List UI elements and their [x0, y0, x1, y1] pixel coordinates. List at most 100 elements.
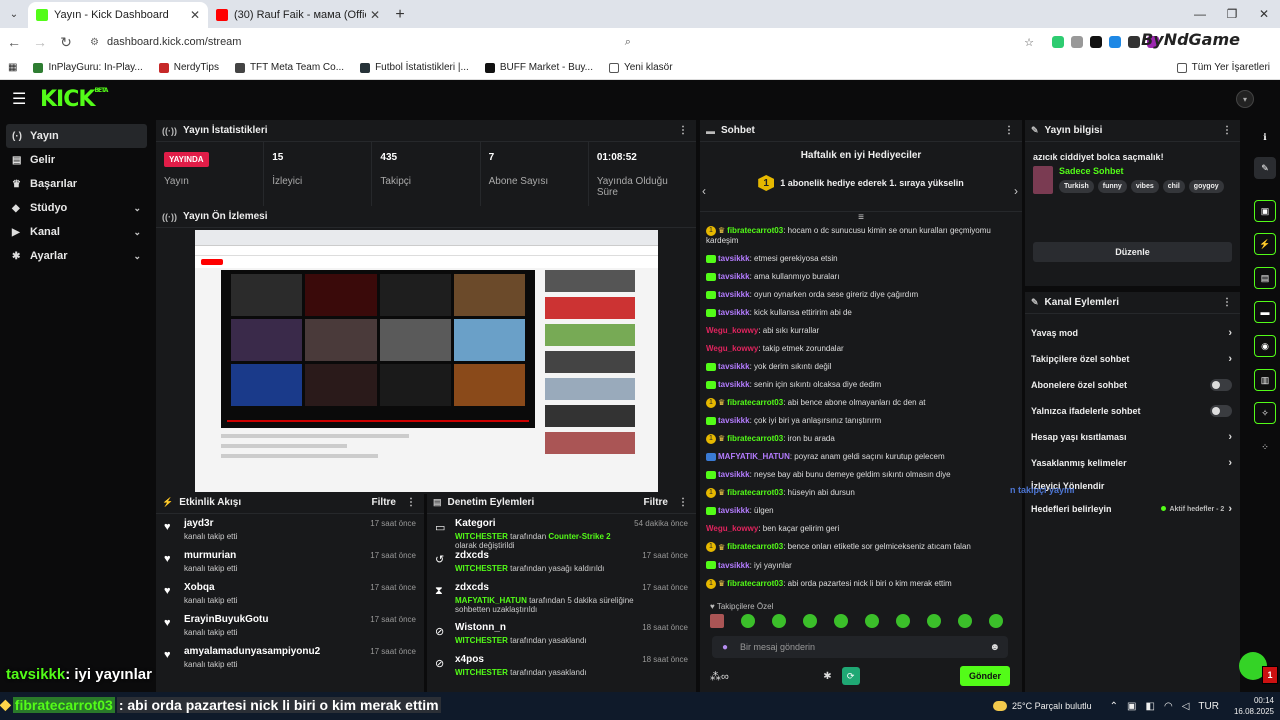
mic-icon[interactable]: ● [722, 642, 728, 653]
sidebar-item-yayin[interactable]: (·) Yayın [6, 124, 147, 148]
chevron-up-icon[interactable]: ⌃ [1110, 701, 1118, 712]
emoji-icon[interactable]: ☻ [989, 642, 1000, 653]
reload-icon[interactable]: ↻ [54, 30, 78, 54]
subs-only-toggle[interactable] [1210, 379, 1232, 391]
tag-chip[interactable]: chil [1162, 180, 1185, 193]
activity-user[interactable]: Xobqa [184, 582, 370, 593]
widget-icon[interactable]: ▣ [1254, 200, 1276, 222]
more-options-icon[interactable]: ⋮ [678, 125, 688, 136]
extension-dark-icon[interactable] [1090, 36, 1102, 48]
weather-widget[interactable]: 25°C Parçalı bulutlu [993, 701, 1092, 711]
mod-target[interactable]: Kategori [455, 518, 634, 529]
chat-username[interactable]: tavsikkk [718, 272, 750, 281]
extension-pen-icon[interactable] [1128, 36, 1140, 48]
wrench-icon[interactable]: ✧ [1254, 402, 1276, 424]
chat-username[interactable]: fibratecarrot03 [727, 434, 783, 443]
chat-username[interactable]: tavsikkk [718, 254, 750, 263]
emote-icon[interactable] [803, 614, 817, 628]
bookmark-item[interactable]: TFT Meta Team Co... [234, 62, 344, 73]
chevron-right-icon[interactable]: › [1014, 184, 1018, 198]
sidebar-item-studyo[interactable]: ◆ Stüdyo ⌄ [6, 196, 147, 220]
emote-icon[interactable] [834, 614, 848, 628]
chat-username[interactable]: tavsikkk [718, 362, 750, 371]
mod-target[interactable]: zdxcds [455, 582, 642, 593]
emote-icon[interactable] [741, 614, 755, 628]
send-button[interactable]: Gönder [959, 666, 1010, 686]
kick-logo[interactable]: KICKBETA [40, 87, 108, 112]
emote-icon[interactable] [989, 614, 1003, 628]
activity-user[interactable]: jayd3r [184, 518, 370, 529]
chat-username[interactable]: tavsikkk [718, 290, 750, 299]
mod-actor[interactable]: WITCHESTER [455, 636, 508, 645]
bookmark-item[interactable]: NerdyTips [158, 62, 219, 73]
chat-username[interactable]: fibratecarrot03 [727, 398, 783, 407]
restore-icon[interactable]: ❐ [1216, 0, 1248, 28]
filter-button[interactable]: Filtre [644, 497, 668, 508]
chat-username[interactable]: tavsikkk [718, 561, 750, 570]
tab-search-icon[interactable]: ⌄ [0, 0, 28, 28]
tag-chip[interactable]: funny [1097, 180, 1127, 193]
mod-category[interactable]: Counter-Strike 2 [548, 532, 610, 541]
gear-icon[interactable]: ✱ [823, 671, 831, 682]
activity-user[interactable]: amyalamadunyasampiyonu2 [184, 646, 370, 657]
tray-icon[interactable]: ◧ [1146, 701, 1155, 712]
emote-icon[interactable] [896, 614, 910, 628]
info-icon[interactable]: ℹ [1254, 126, 1276, 148]
chat-username[interactable]: Wegu_kowwy [706, 326, 758, 335]
chat-username[interactable]: tavsikkk [718, 416, 750, 425]
sidebar-item-ayarlar[interactable]: ✱ Ayarlar ⌄ [6, 244, 147, 268]
action-slow-mode[interactable]: Yavaş mod › [1025, 320, 1240, 346]
menu-icon[interactable]: ☰ [12, 89, 32, 109]
more-options-icon[interactable]: ⋮ [1222, 297, 1232, 308]
category-link[interactable]: Sadece Sohbet [1059, 166, 1224, 176]
chat-username[interactable]: fibratecarrot03 [727, 579, 783, 588]
tag-chip[interactable]: Turkish [1059, 180, 1094, 193]
new-tab-button[interactable]: + [388, 2, 412, 28]
chat-input[interactable]: ● Bir mesaj gönderin ☻ [712, 636, 1008, 658]
minimize-icon[interactable]: — [1184, 0, 1216, 28]
chat-icon[interactable]: ▬ [1254, 301, 1276, 323]
all-bookmarks[interactable]: Tüm Yer İşaretleri [1176, 62, 1270, 73]
more-options-icon[interactable]: ⋮ [406, 497, 416, 508]
chat-username[interactable]: fibratecarrot03 [727, 488, 783, 497]
chat-username[interactable]: tavsikkk [718, 470, 750, 479]
emote-icon[interactable] [865, 614, 879, 628]
pencil-icon[interactable]: ✎ [1254, 157, 1276, 179]
tray-icon[interactable]: ▣ [1127, 701, 1136, 712]
site-info-icon[interactable]: ⚙ [90, 37, 99, 48]
lightning-icon[interactable]: ⚡ [1254, 233, 1276, 255]
action-account-age[interactable]: Hesap yaşı kısıtlaması › [1025, 424, 1240, 450]
mod-target[interactable]: Wistonn_n [455, 622, 642, 633]
mod-target[interactable]: zdxcds [455, 550, 642, 561]
action-followers-only[interactable]: Takipçilere özel sohbet › [1025, 346, 1240, 372]
bookmark-item[interactable]: InPlayGuru: In-Play... [33, 62, 143, 73]
chat-username[interactable]: MAFYATIK_HATUN [718, 452, 790, 461]
url-field[interactable]: ⚙ dashboard.kick.com/stream ⌕ ☆ [84, 31, 1044, 53]
back-icon[interactable]: ← [2, 30, 26, 54]
bot-icon[interactable]: ⟳ [841, 667, 860, 685]
mod-actor[interactable]: WITCHESTER [455, 668, 508, 677]
more-options-icon[interactable]: ⋮ [678, 497, 688, 508]
chat-username[interactable]: fibratecarrot03 [727, 226, 783, 235]
more-options-icon[interactable]: ⋮ [1004, 125, 1014, 136]
activity-user[interactable]: ErayinBuyukGotu [184, 614, 370, 625]
action-goals[interactable]: Hedefleri belirleyin Aktif hedefler - 2 › [1025, 496, 1240, 522]
extension-shield-icon[interactable] [1052, 36, 1064, 48]
chat-username[interactable]: fibratecarrot03 [727, 543, 783, 552]
moderation-icon[interactable]: ▥ [1254, 369, 1276, 391]
chat-username[interactable]: tavsikkk [718, 506, 750, 515]
bookmark-folder[interactable]: Yeni klasör [608, 62, 673, 73]
emote-icon[interactable] [710, 614, 724, 628]
mod-target[interactable]: x4pos [455, 654, 642, 665]
sidebar-item-kanal[interactable]: ▶ Kanal ⌄ [6, 220, 147, 244]
zoom-icon[interactable]: ⌕ [625, 36, 631, 49]
chat-username[interactable]: tavsikkk [718, 380, 750, 389]
close-tab-icon[interactable]: ✕ [370, 8, 380, 22]
broadcast-icon[interactable]: ◉ [1254, 335, 1276, 357]
tab-kick-dashboard[interactable]: Yayın - Kick Dashboard ✕ [28, 2, 208, 28]
emote-icon[interactable] [958, 614, 972, 628]
close-tab-icon[interactable]: ✕ [190, 8, 200, 22]
nodes-icon[interactable]: ⁘ [1254, 436, 1276, 458]
list-icon[interactable]: ▤ [1254, 267, 1276, 289]
mod-actor[interactable]: WITCHESTER [455, 532, 508, 541]
